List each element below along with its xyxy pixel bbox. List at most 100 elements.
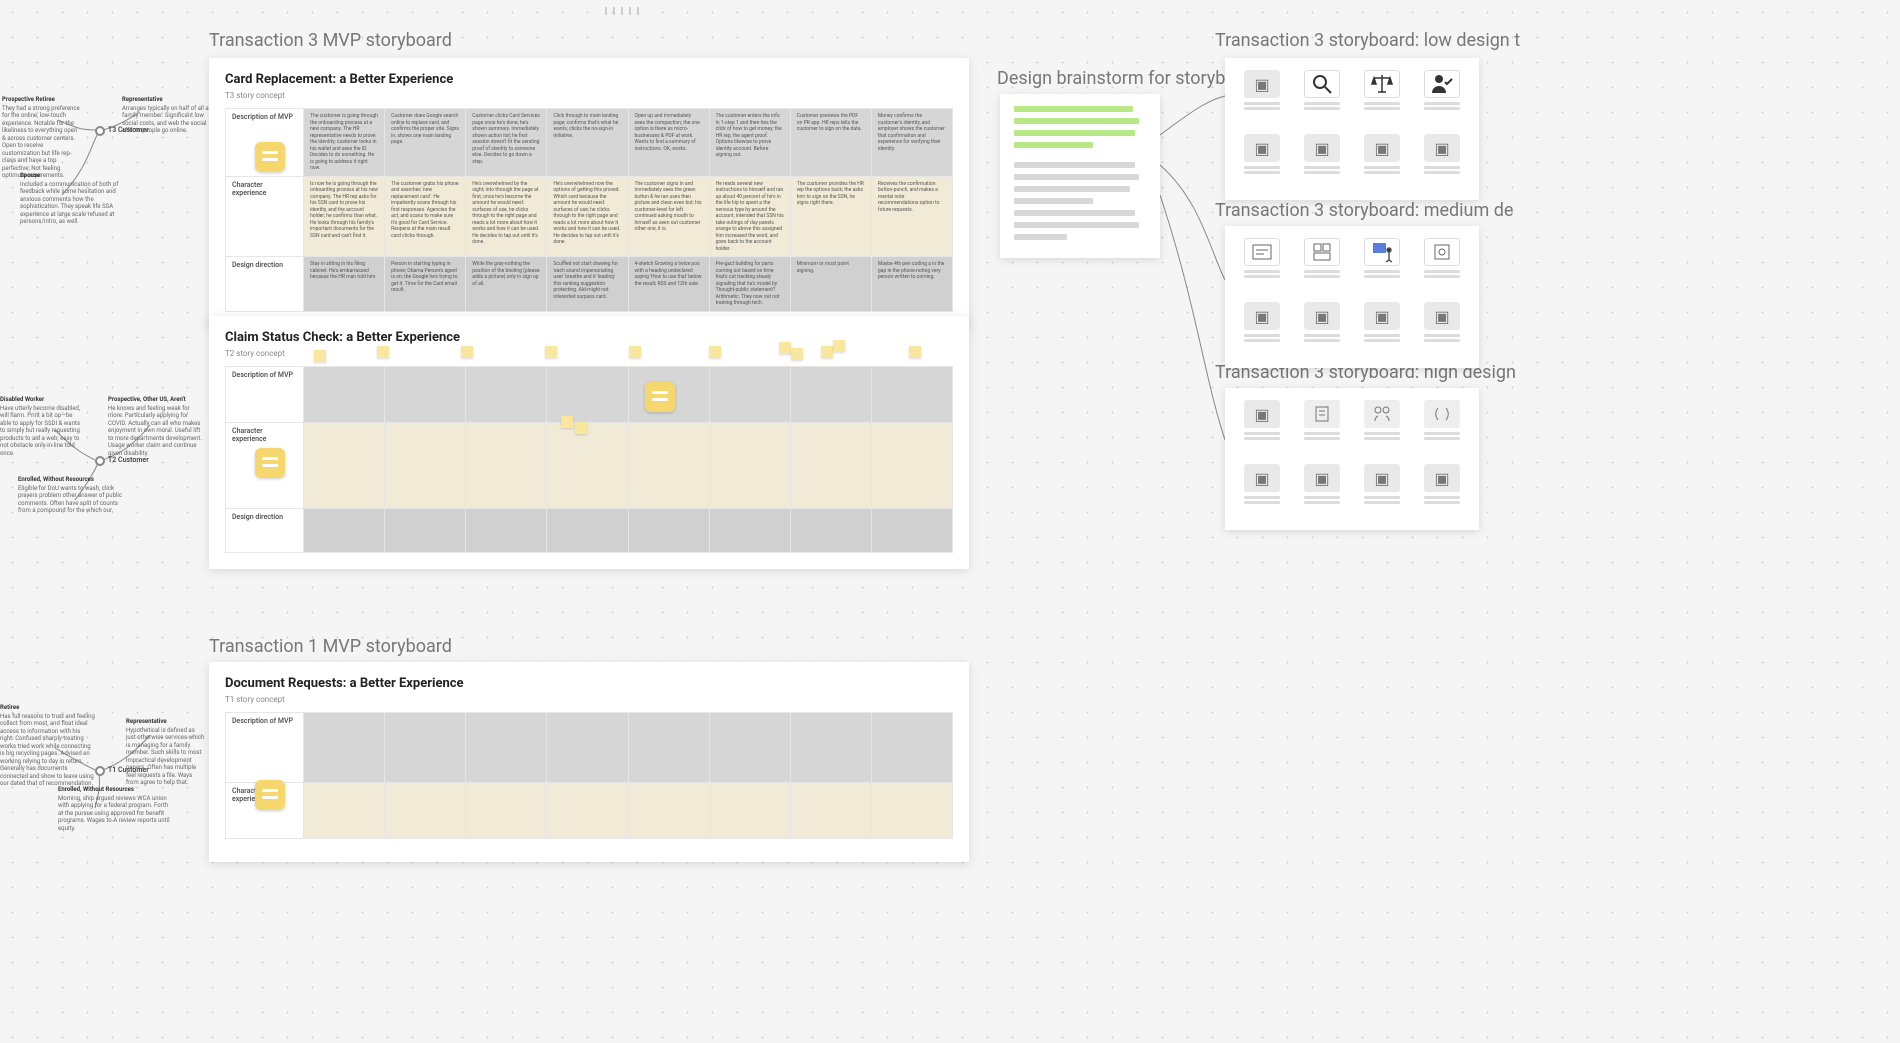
mindmap-node-disabled-worker[interactable]: Disabled Worker Have utterly become disa…: [0, 396, 85, 457]
t3-dir-cell: 4-sketch Growing a twice pos with a head…: [635, 261, 703, 287]
mini-sticky-icon[interactable]: [821, 346, 833, 358]
text-line: [1014, 162, 1135, 168]
t3-desc-cell: Customer previews the PDF on PR app. HR …: [797, 113, 865, 133]
brainstorm-note[interactable]: [1000, 94, 1160, 258]
mini-sticky-icon[interactable]: [545, 346, 557, 358]
t3-exp-cell: Receives the confirmation button-punch, …: [878, 181, 946, 214]
thumb-image[interactable]: ▣: [1357, 302, 1407, 356]
mini-sticky-icon[interactable]: [377, 346, 389, 358]
thumb-image[interactable]: ▣: [1417, 134, 1467, 188]
thumb-present[interactable]: [1357, 238, 1407, 292]
mini-sticky-icon[interactable]: [461, 346, 473, 358]
sketch-icon: [1304, 238, 1340, 266]
mindmap-node-representative[interactable]: Representative Arranges typically on hal…: [122, 96, 212, 135]
storyboard-t3-table: Description of MVP The customer is going…: [225, 108, 953, 312]
image-icon: ▣: [1244, 302, 1280, 330]
thumb-sketch-high[interactable]: [1417, 400, 1467, 454]
image-icon: ▣: [1304, 134, 1340, 162]
thumb-sketch-high[interactable]: [1357, 400, 1407, 454]
thumb-image[interactable]: ▣: [1237, 302, 1287, 356]
thumb-image[interactable]: ▣: [1417, 302, 1467, 356]
storyboard-t2-row-description-label: Description of MVP: [226, 367, 304, 423]
thumb-grid-medium[interactable]: ▣ ▣ ▣ ▣: [1225, 226, 1479, 368]
ruler-marks: [605, 0, 657, 12]
thumb-sketch-high[interactable]: [1297, 400, 1347, 454]
hub-t2-customer[interactable]: [95, 456, 105, 466]
mini-sticky-icon[interactable]: [833, 340, 845, 352]
image-icon: ▣: [1244, 464, 1280, 492]
thumb-image[interactable]: ▣: [1357, 134, 1407, 188]
mindmap-node-enrolled-t2[interactable]: Enrolled, Without Resources Eligible for…: [18, 476, 128, 515]
storyboard-t2-row-direction-label: Design direction: [226, 509, 304, 553]
t3-exp-cell: The customer grabs his phone and searche…: [391, 181, 459, 240]
mindmap-node-body: Has full reasons to trust and feeling co…: [0, 713, 95, 788]
mini-sticky-icon[interactable]: [791, 348, 803, 360]
sketch-icon: [1424, 238, 1460, 266]
image-icon: ▣: [1304, 302, 1340, 330]
t3-dir-cell: Maybe 4th pen coding a in the gap in the…: [878, 261, 946, 281]
mini-sticky-icon[interactable]: [629, 346, 641, 358]
thumb-grid-high[interactable]: ▣ ▣ ▣ ▣ ▣: [1225, 388, 1479, 530]
mini-sticky-icon[interactable]: [575, 422, 587, 434]
storyboard-t1-table: Description of MVP Character experience: [225, 712, 953, 839]
mini-sticky-icon[interactable]: [709, 346, 721, 358]
sketch-icon: [1304, 400, 1340, 428]
section-label-t3-mvp: Transaction 3 MVP storyboard: [209, 30, 452, 51]
sketch-icon: [1364, 400, 1400, 428]
mindmap-node-prospective-retiree[interactable]: Prospective Retiree They had a strong pr…: [2, 96, 82, 180]
person-check-icon: [1424, 70, 1460, 98]
hub-t3-customer[interactable]: [95, 126, 105, 136]
thumb-sketch[interactable]: [1297, 238, 1347, 292]
mindmap-node-retiree[interactable]: Retiree Has full reasons to trust and fe…: [0, 704, 95, 788]
storyboard-t3-row-experience-label: Character experience: [226, 176, 304, 257]
storyboard-t1-subtitle: T1 story concept: [225, 695, 953, 704]
thumb-person-check[interactable]: [1417, 70, 1467, 124]
storyboard-t1-row-description-label: Description of MVP: [226, 713, 304, 783]
thumb-grid-low[interactable]: ▣ ▣ ▣ ▣ ▣: [1225, 58, 1479, 200]
thumb-image[interactable]: ▣: [1297, 464, 1347, 518]
sticky-note-icon[interactable]: [645, 382, 675, 412]
thumb-image[interactable]: ▣: [1237, 134, 1287, 188]
mini-sticky-icon[interactable]: [779, 342, 791, 354]
sticky-note-icon[interactable]: [255, 448, 285, 478]
thumb-image[interactable]: ▣: [1417, 464, 1467, 518]
thumb-image[interactable]: ▣: [1237, 400, 1287, 454]
storyboard-t1[interactable]: Document Requests: a Better Experience T…: [209, 662, 969, 862]
mini-sticky-icon[interactable]: [909, 346, 921, 358]
thumb-image[interactable]: ▣: [1237, 464, 1287, 518]
search-icon: [1304, 70, 1340, 98]
thumb-sketch[interactable]: [1417, 238, 1467, 292]
storyboard-t3[interactable]: Card Replacement: a Better Experience T3…: [209, 58, 969, 328]
thumb-image[interactable]: ▣: [1237, 70, 1287, 124]
storyboard-t2-table: Description of MVP Character experience …: [225, 366, 953, 553]
thumb-image[interactable]: ▣: [1297, 302, 1347, 356]
t3-dir-cell: Minimum or most point signing.: [797, 261, 865, 274]
storyboard-t2[interactable]: Claim Status Check: a Better Experience …: [209, 316, 969, 569]
sticky-note-icon[interactable]: [255, 142, 285, 172]
thumb-scales[interactable]: [1357, 70, 1407, 124]
mindmap-node-body: Hypothetical is defined as just otherwis…: [126, 727, 206, 787]
thumb-sketch[interactable]: [1237, 238, 1287, 292]
scales-icon: [1364, 70, 1400, 98]
mini-sticky-icon[interactable]: [561, 416, 573, 428]
t3-dir-cell: Stay in sitting in his filing cabinet. H…: [310, 261, 378, 281]
sticky-note-icon[interactable]: [255, 780, 285, 810]
section-label-t3-med: Transaction 3 storyboard: medium de: [1215, 200, 1513, 221]
mindmap-node-representative-t1[interactable]: Representative Hypothetical is defined a…: [126, 718, 206, 787]
mini-sticky-icon[interactable]: [314, 350, 326, 362]
thumb-image[interactable]: ▣: [1357, 464, 1407, 518]
t3-desc-cell: The customer is going through the onboar…: [310, 113, 378, 172]
text-line: [1014, 210, 1135, 216]
highlight-line: [1014, 142, 1093, 148]
t3-desc-cell: The customer enters the info in 1-step 1…: [716, 113, 784, 159]
text-line: [1014, 174, 1139, 180]
mindmap-node-spouse[interactable]: Spouse Included a communication of both …: [20, 172, 120, 226]
thumb-image[interactable]: ▣: [1297, 134, 1347, 188]
mindmap-node-enrolled-t1[interactable]: Enrolled, Without Resources Morning, shi…: [58, 786, 173, 832]
mindmap-node-body: Arranges typically on half of all a fami…: [122, 105, 212, 135]
thumb-search[interactable]: [1297, 70, 1347, 124]
hub-t1-customer[interactable]: [95, 766, 105, 776]
image-icon: ▣: [1304, 464, 1340, 492]
t3-exp-cell: He's overwhelmed now the options of gett…: [553, 181, 621, 246]
mindmap-node-prospective-other[interactable]: Prospective, Other US, Aren't He knows a…: [108, 396, 203, 457]
